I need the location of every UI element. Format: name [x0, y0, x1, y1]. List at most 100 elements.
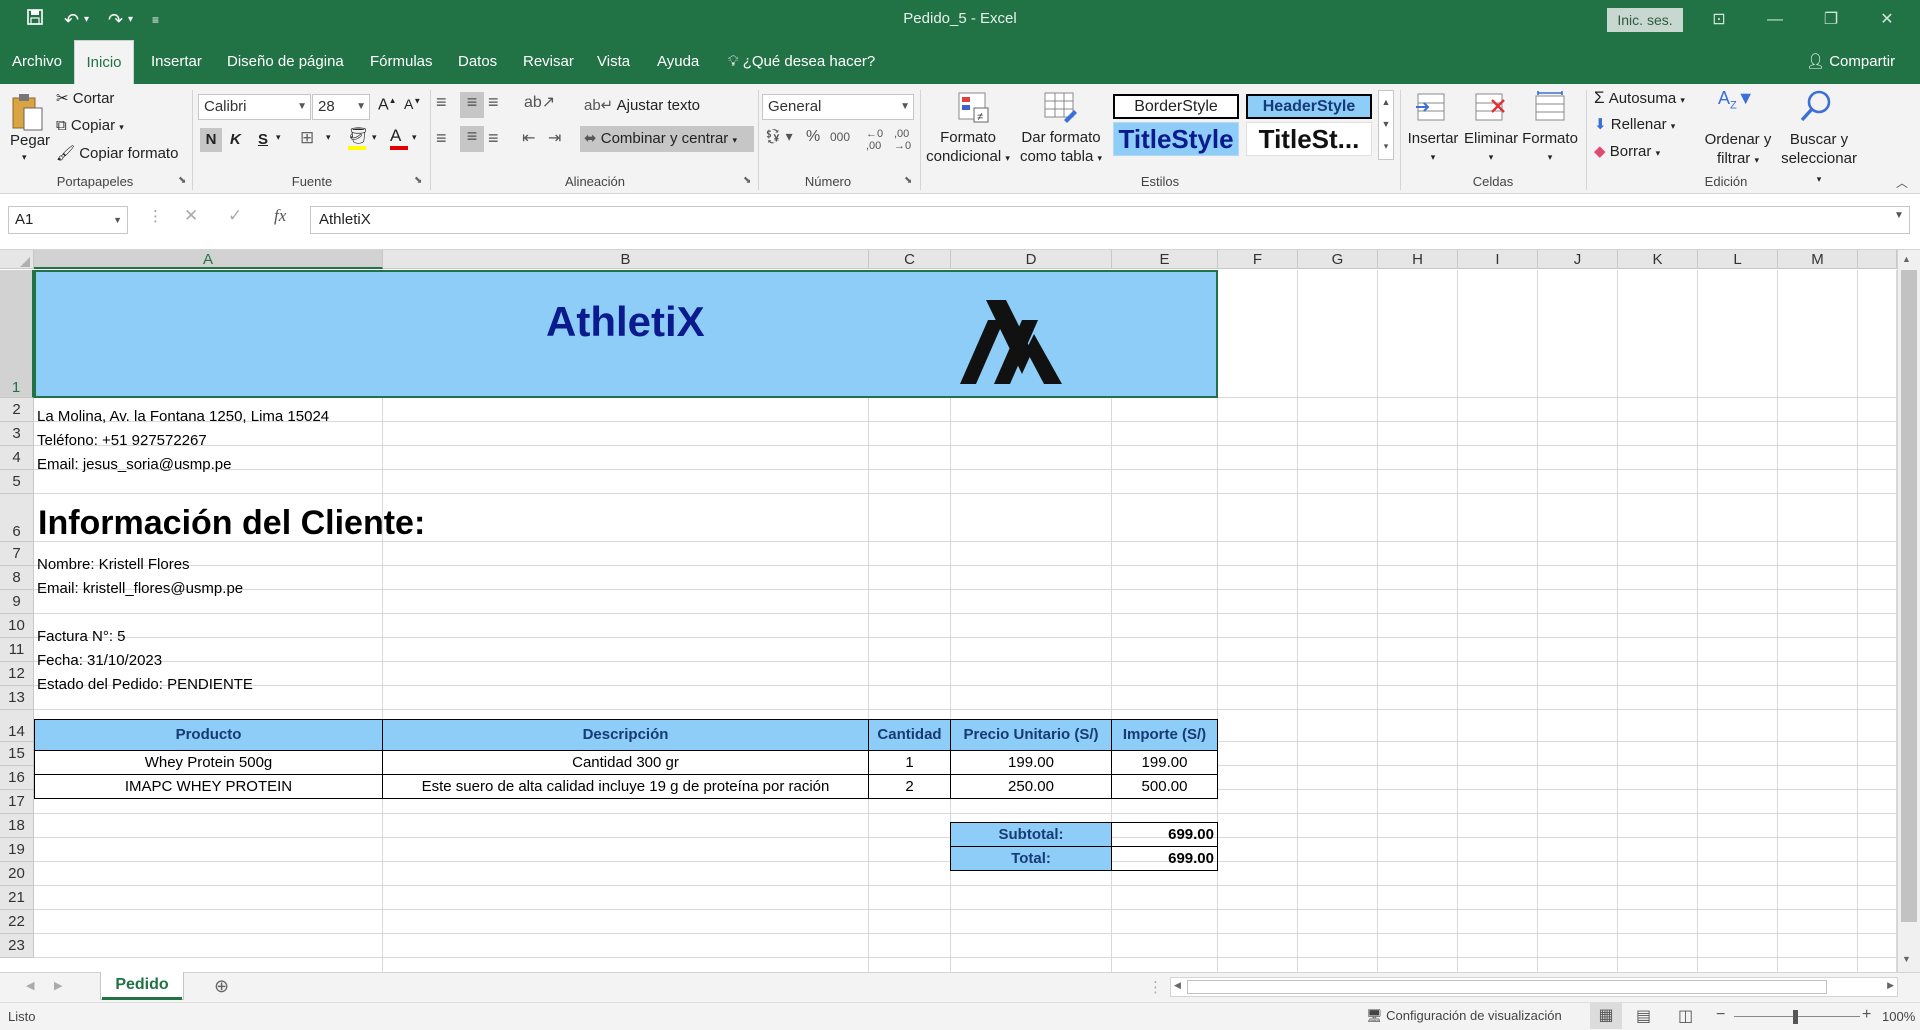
table-cell[interactable]: Este suero de alta calidad incluye 19 g … [382, 774, 869, 799]
table-header-producto[interactable]: Producto [34, 719, 383, 751]
row-header-15[interactable]: 15 [0, 742, 34, 766]
invoice-date[interactable]: Fecha: 31/10/2023 [37, 652, 162, 669]
company-address[interactable]: La Molina, Av. la Fontana 1250, Lima 150… [37, 408, 329, 425]
confirm-entry-icon[interactable]: ✓ [228, 206, 242, 226]
font-size-combo[interactable]: 28 ▼ [312, 94, 370, 120]
row-header-4[interactable]: 4 [0, 446, 34, 470]
tab-insertar[interactable]: Insertar [145, 40, 208, 84]
table-cell[interactable]: 2 [868, 774, 951, 799]
fill-button[interactable]: ⬇ Rellenar ▾ [1594, 115, 1675, 133]
zoom-out-icon[interactable]: − [1716, 1006, 1725, 1024]
add-sheet-icon[interactable]: ⊕ [214, 976, 229, 997]
table-cell[interactable]: 199.00 [1111, 750, 1218, 775]
signin-button[interactable]: Inic. ses. [1607, 8, 1683, 32]
align-middle-icon[interactable]: ≡ [460, 92, 484, 118]
cut-button[interactable]: ✂ Cortar [56, 89, 114, 107]
underline-button[interactable]: S [258, 128, 268, 152]
font-color-dropdown-icon[interactable]: ▾ [412, 132, 417, 143]
delete-cells-button[interactable]: Eliminar ▾ [1464, 130, 1518, 164]
total-value[interactable]: 699.00 [1111, 846, 1218, 871]
paste-button[interactable]: Pegar [10, 132, 50, 149]
scroll-left-icon[interactable]: ◀ [1174, 980, 1181, 991]
row-header-1[interactable]: 1 [0, 270, 34, 398]
client-email[interactable]: Email: kristell_flores@usmp.pe [37, 580, 243, 597]
formula-input[interactable]: AthletiX [310, 206, 1910, 234]
decrease-decimal-icon[interactable]: ,00 →0 [894, 128, 911, 152]
page-break-icon[interactable]: ◫ [1678, 1006, 1693, 1026]
table-cell[interactable]: Whey Protein 500g [34, 750, 383, 775]
insert-function-icon[interactable]: fx [274, 206, 286, 226]
zoom-level[interactable]: 100% [1882, 1009, 1915, 1024]
percent-icon[interactable]: % [806, 128, 820, 146]
underline-dropdown-icon[interactable]: ▾ [276, 132, 281, 143]
zoom-slider-thumb[interactable] [1793, 1010, 1798, 1024]
vertical-scrollbar[interactable]: ▲ ▼ [1897, 250, 1920, 972]
conditional-format-button[interactable]: Formato condicional ▾ [924, 128, 1012, 168]
row-header-21[interactable]: 21 [0, 886, 34, 910]
table-cell[interactable]: 500.00 [1111, 774, 1218, 799]
column-header-e[interactable]: E [1112, 250, 1218, 269]
normal-view-icon[interactable]: ▦ [1590, 1003, 1622, 1029]
row-header-6[interactable]: 6 [0, 494, 34, 542]
merge-center-button[interactable]: ⬌ Combinar y centrar ▾ [580, 126, 754, 152]
table-header-descripcion[interactable]: Descripción [382, 719, 869, 751]
paste-icon[interactable] [10, 92, 44, 136]
tab-archivo[interactable]: Archivo [6, 40, 68, 84]
table-cell[interactable]: 1 [868, 750, 951, 775]
row-header-8[interactable]: 8 [0, 566, 34, 590]
row-header-7[interactable]: 7 [0, 542, 34, 566]
display-settings-button[interactable]: 🖥︎ Configuración de visualización [1366, 1008, 1562, 1024]
thousands-separator-icon[interactable]: 000 [830, 130, 850, 144]
page-layout-icon[interactable]: ▤ [1636, 1006, 1651, 1026]
align-bottom-icon[interactable]: ≡ [488, 92, 499, 113]
subtotal-value[interactable]: 699.00 [1111, 822, 1218, 847]
next-sheet-icon[interactable]: ▶ [54, 979, 62, 992]
font-color-icon[interactable]: A [390, 126, 408, 150]
decrease-font-icon[interactable]: A▼ [404, 96, 421, 112]
format-painter-button[interactable]: 🖌︎ Copiar formato [56, 144, 178, 162]
column-header-k[interactable]: K [1618, 250, 1698, 269]
horizontal-scrollbar[interactable]: ◀ ▶ [1170, 977, 1898, 997]
scroll-right-icon[interactable]: ▶ [1887, 980, 1894, 991]
minimize-icon[interactable]: — [1752, 6, 1798, 34]
table-cell[interactable]: Cantidad 300 gr [382, 750, 869, 775]
share-button[interactable]: 👤︎ Compartir [1800, 40, 1901, 84]
tell-me-search[interactable]: 💡︎ ¿Qué desea hacer? [722, 40, 881, 84]
row-header-17[interactable]: 17 [0, 790, 34, 814]
styles-gallery-scroll[interactable]: ▲ ▼ ▾ [1378, 90, 1394, 160]
expand-formula-icon[interactable]: ▼ [1894, 210, 1904, 221]
dialog-launcher-icon[interactable]: ⬊ [414, 175, 422, 186]
client-section-title[interactable]: Información del Cliente: [38, 504, 425, 543]
row-header-16[interactable]: 16 [0, 766, 34, 790]
format-cells-button[interactable]: Formato ▾ [1522, 130, 1578, 164]
row-header-22[interactable]: 22 [0, 910, 34, 934]
borders-dropdown-icon[interactable]: ▾ [326, 132, 331, 143]
fill-color-dropdown-icon[interactable]: ▾ [372, 132, 377, 143]
currency-icon[interactable]: 💱︎ ▾ [764, 128, 793, 145]
hscroll-thumb[interactable] [1187, 980, 1827, 994]
dialog-launcher-icon[interactable]: ⬊ [743, 175, 751, 186]
dialog-launcher-icon[interactable]: ⬊ [904, 175, 912, 186]
row-header-5[interactable]: 5 [0, 470, 34, 494]
style-titlestyle[interactable]: TitleStyle [1113, 122, 1239, 156]
scroll-up-icon[interactable]: ▲ [1902, 254, 1911, 264]
tab-formulas[interactable]: Fórmulas [364, 40, 439, 84]
merge-dropdown-icon[interactable]: ▾ [732, 135, 737, 145]
order-status[interactable]: Estado del Pedido: PENDIENTE [37, 676, 253, 693]
invoice-number[interactable]: Factura N°: 5 [37, 628, 126, 645]
column-header-partial[interactable] [1858, 250, 1897, 269]
align-top-icon[interactable]: ≡ [436, 92, 447, 113]
ribbon-display-icon[interactable]: ⊡ [1696, 6, 1742, 34]
row-header-12[interactable]: 12 [0, 662, 34, 686]
table-header-cantidad[interactable]: Cantidad [868, 719, 951, 751]
column-header-g[interactable]: G [1298, 250, 1378, 269]
tab-datos[interactable]: Datos [452, 40, 503, 84]
style-titlestyle-2[interactable]: TitleSt... [1246, 122, 1372, 156]
copy-button[interactable]: ⧉ Copiar ▾ [56, 117, 124, 134]
table-header-precio[interactable]: Precio Unitario (S/) [950, 719, 1112, 751]
zoom-in-icon[interactable]: + [1862, 1006, 1871, 1024]
orientation-icon[interactable]: ab↗ [524, 92, 555, 112]
close-icon[interactable]: ✕ [1864, 6, 1910, 34]
row-header-14[interactable]: 14 [0, 710, 34, 742]
tab-diseno-pagina[interactable]: Diseño de página [221, 40, 350, 84]
